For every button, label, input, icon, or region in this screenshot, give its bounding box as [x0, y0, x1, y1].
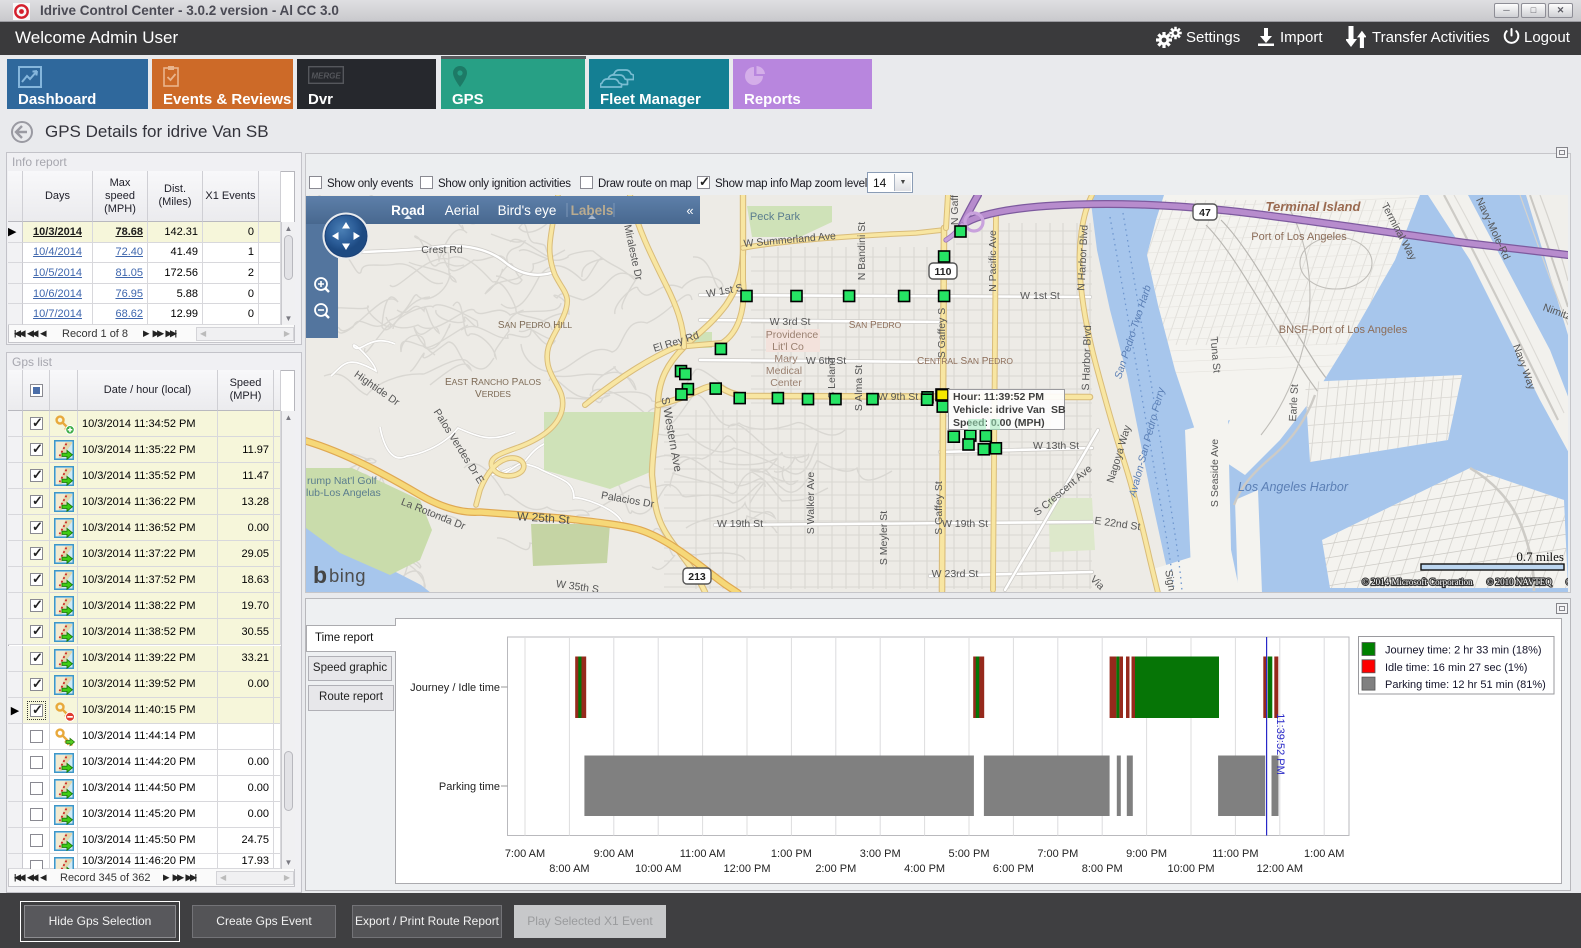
svg-text:110: 110 — [935, 266, 952, 278]
svg-text:rump Nat'l Golf: rump Nat'l Golf — [307, 475, 377, 487]
svg-text:Journey time: 2 hr 33 min (18%: Journey time: 2 hr 33 min (18%) — [1385, 645, 1542, 657]
svg-text:11:00 PM: 11:00 PM — [1212, 848, 1258, 860]
svg-text:SAN PEDRO: SAN PEDRO — [849, 320, 902, 331]
svg-text:lub-Los Angelas: lub-Los Angelas — [306, 487, 381, 499]
svg-text:b: b — [313, 562, 327, 588]
svg-text:Port of Los Angeles: Port of Los Angeles — [1251, 231, 1347, 243]
svg-text:9:00 PM: 9:00 PM — [1126, 848, 1167, 860]
svg-text:1:00 AM: 1:00 AM — [1304, 848, 1344, 860]
svg-text:S Leland: S Leland — [826, 357, 838, 399]
svg-text:47: 47 — [1199, 207, 1211, 219]
svg-text:S Harbor Blvd: S Harbor Blvd — [1080, 325, 1094, 391]
svg-text:7:00 PM: 7:00 PM — [1037, 848, 1078, 860]
svg-text:Journey / Idle time: Journey / Idle time — [410, 682, 500, 694]
svg-text:W 3rd St: W 3rd St — [770, 316, 811, 328]
svg-text:Medical: Medical — [766, 365, 802, 377]
svg-text:3:00 PM: 3:00 PM — [860, 848, 901, 860]
svg-text:S Meyler St: S Meyler St — [878, 511, 890, 565]
svg-text:VERDES: VERDES — [475, 389, 511, 400]
svg-text:Providence: Providence — [766, 329, 819, 341]
svg-text:W 23rd St: W 23rd St — [932, 568, 979, 580]
svg-text:11:39:52 PM: 11:39:52 PM — [1274, 713, 1286, 775]
svg-text:Terminal Island: Terminal Island — [1266, 199, 1362, 214]
svg-text:5:00 PM: 5:00 PM — [949, 848, 990, 860]
svg-text:Los Angeles Harbor: Los Angeles Harbor — [1238, 480, 1349, 494]
svg-text:S Walker Ave: S Walker Ave — [805, 472, 817, 535]
svg-text:W 9th St: W 9th St — [878, 391, 918, 403]
svg-text:Aerial: Aerial — [445, 203, 480, 218]
svg-text:Bird's eye: Bird's eye — [498, 203, 557, 218]
svg-text:CENTRAL SAN PEDRO: CENTRAL SAN PEDRO — [917, 356, 1013, 367]
svg-text:S Seaside Ave: S Seaside Ave — [1209, 439, 1221, 507]
svg-text:S Gaffey S: S Gaffey S — [936, 308, 948, 359]
svg-text:Parking time: Parking time — [439, 781, 500, 793]
svg-text:W 1st St: W 1st St — [1020, 290, 1060, 302]
svg-text:Crest Rd: Crest Rd — [421, 244, 463, 256]
svg-text:12:00 PM: 12:00 PM — [723, 863, 770, 875]
svg-text:10:00 PM: 10:00 PM — [1167, 863, 1214, 875]
svg-text:© 2014 Microsoft Corporation©: © 2014 Microsoft Corporation© 2010 NAVTE… — [1362, 577, 1568, 587]
svg-text:Earle St: Earle St — [1287, 384, 1301, 422]
svg-text:213: 213 — [688, 571, 706, 583]
svg-text:Center: Center — [770, 377, 802, 389]
svg-text:MERGE: MERGE — [311, 72, 341, 81]
svg-text:Idle time: 16 min 27 sec (1%): Idle time: 16 min 27 sec (1%) — [1385, 662, 1527, 674]
svg-text:S Alma St: S Alma St — [853, 365, 865, 411]
svg-text:bing: bing — [329, 565, 366, 586]
svg-text:8:00 PM: 8:00 PM — [1082, 863, 1123, 875]
svg-text:2:00 PM: 2:00 PM — [815, 863, 856, 875]
svg-text:0.7 miles: 0.7 miles — [1516, 549, 1564, 564]
svg-text:8:00 AM: 8:00 AM — [549, 863, 589, 875]
svg-text:1:00 PM: 1:00 PM — [771, 848, 812, 860]
svg-text:Lit'l Co: Lit'l Co — [772, 341, 804, 353]
svg-text:W 19th St: W 19th St — [942, 518, 988, 530]
svg-text:Peck Park: Peck Park — [750, 211, 801, 223]
svg-text:7:00 AM: 7:00 AM — [505, 848, 545, 860]
svg-text:BNSF-Port of Los Angeles: BNSF-Port of Los Angeles — [1279, 324, 1408, 336]
svg-text:N Bandini St: N Bandini St — [856, 222, 868, 280]
svg-text:W 19th St: W 19th St — [717, 518, 763, 530]
svg-text:SAN PEDRO HILL: SAN PEDRO HILL — [498, 320, 573, 331]
svg-text:«: « — [686, 203, 693, 218]
svg-text:N Gaff: N Gaff — [949, 195, 961, 225]
svg-text:EAST RANCHO PALOS: EAST RANCHO PALOS — [445, 377, 541, 388]
svg-text:W 13th St: W 13th St — [1033, 440, 1079, 452]
svg-text:Parking time: 12 hr 51 min (81: Parking time: 12 hr 51 min (81%) — [1385, 679, 1546, 691]
svg-text:Mary: Mary — [774, 353, 798, 365]
svg-text:4:00 PM: 4:00 PM — [904, 863, 945, 875]
svg-text:12:00 AM: 12:00 AM — [1257, 863, 1303, 875]
svg-text:9:00 AM: 9:00 AM — [594, 848, 634, 860]
svg-text:11:00 AM: 11:00 AM — [680, 848, 726, 860]
svg-text:10:00 AM: 10:00 AM — [635, 863, 681, 875]
svg-text:N Pacific Ave: N Pacific Ave — [987, 230, 999, 292]
svg-text:6:00 PM: 6:00 PM — [993, 863, 1034, 875]
